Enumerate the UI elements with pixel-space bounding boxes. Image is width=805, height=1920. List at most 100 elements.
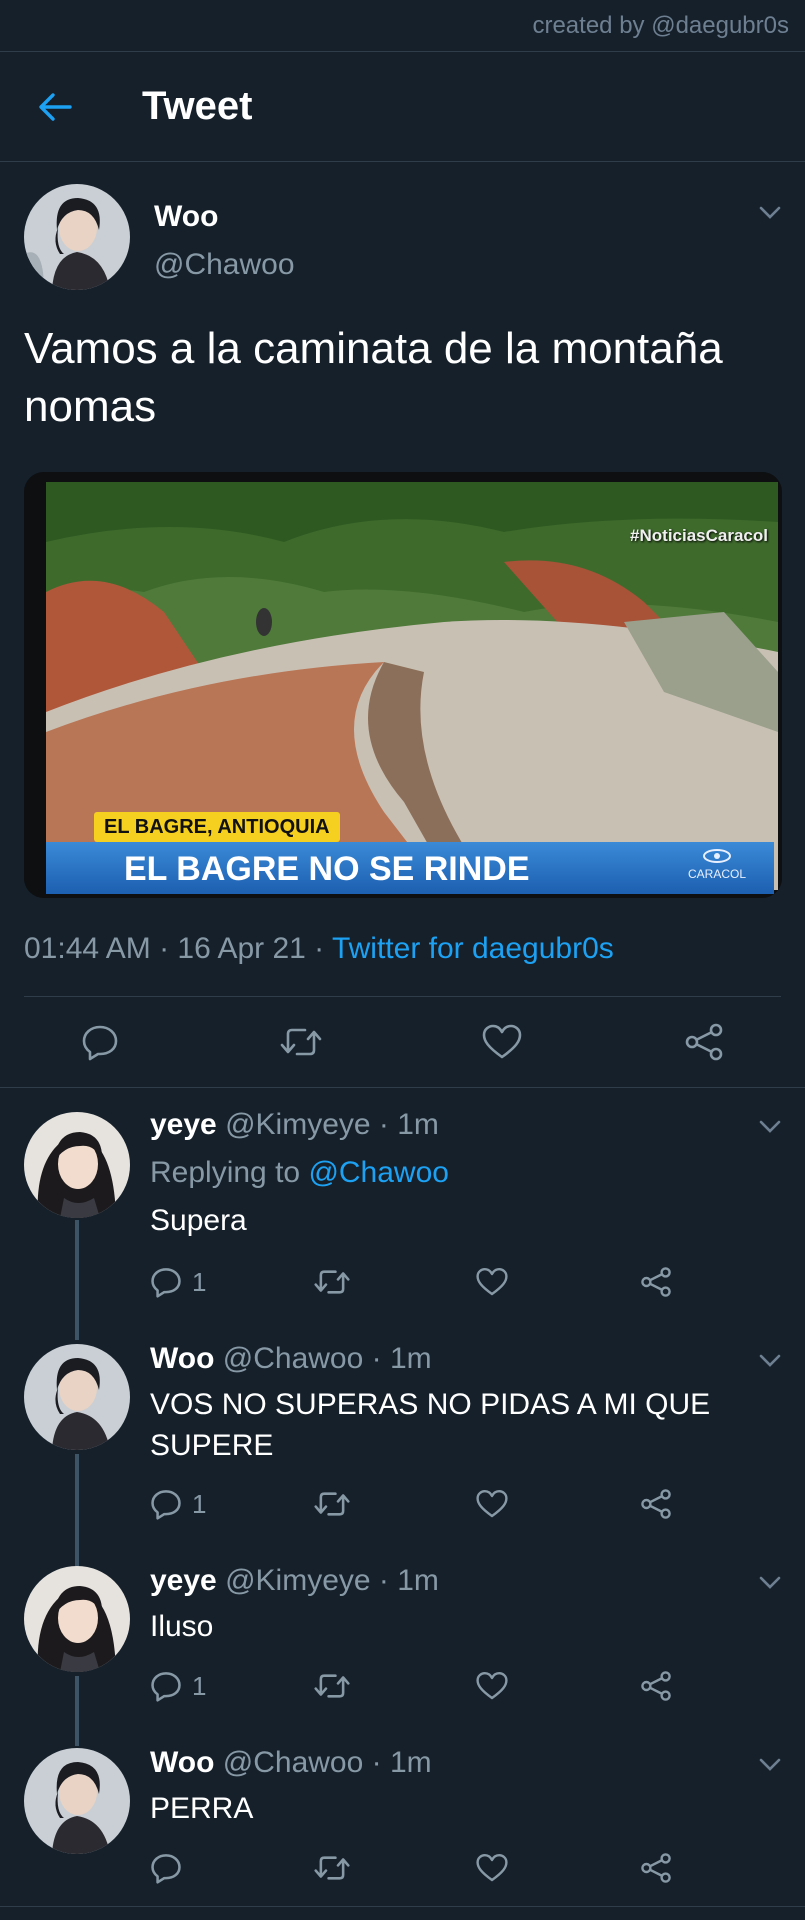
chevron-down-icon bbox=[759, 1576, 781, 1589]
avatar[interactable] bbox=[24, 1344, 130, 1450]
like-button[interactable] bbox=[476, 1666, 508, 1706]
reply-author-name[interactable]: yeye bbox=[150, 1564, 217, 1597]
reply-text: PERRA bbox=[150, 1792, 254, 1825]
reply-icon bbox=[151, 1672, 181, 1702]
reply-tweet[interactable]: Woo @Chawoo · 1m VOS NO SUPERAS NO PIDAS… bbox=[0, 1334, 805, 1556]
reply-author-name[interactable]: Woo bbox=[150, 1342, 214, 1375]
divider bbox=[24, 996, 781, 997]
top-header: Tweet bbox=[0, 52, 805, 162]
reply-action-bar: 1 bbox=[150, 1262, 710, 1302]
chevron-down-icon bbox=[759, 1354, 781, 1367]
reply-header: yeye @Kimyeye · 1m bbox=[150, 1108, 439, 1142]
tweet-text: Vamos a la caminata de la montaña nomas bbox=[24, 324, 723, 431]
avatar[interactable] bbox=[24, 1566, 130, 1672]
reply-action-bar: 1 bbox=[150, 1666, 710, 1706]
replying-to-label: Replying to bbox=[150, 1156, 309, 1189]
reply-header: yeye @Kimyeye · 1m bbox=[150, 1564, 439, 1598]
author-handle[interactable]: @Chawoo bbox=[154, 248, 295, 282]
reply-button[interactable]: 1 bbox=[150, 1262, 206, 1302]
reply-button[interactable]: 1 bbox=[150, 1666, 206, 1706]
reply-header: Woo @Chawoo · 1m bbox=[150, 1342, 432, 1376]
chevron-down-icon bbox=[759, 1758, 781, 1771]
watermark-bar: created by @daegubr0s bbox=[0, 0, 805, 52]
retweet-icon bbox=[314, 1492, 350, 1516]
share-button[interactable] bbox=[640, 1484, 672, 1524]
like-button[interactable] bbox=[476, 1848, 508, 1888]
tweet-timestamp: 01:44 AM · 16 Apr 21 · bbox=[24, 932, 332, 965]
tweet-media-image[interactable]: #NoticiasCaracol EL BAGRE, ANTIOQUIA EL … bbox=[24, 472, 782, 898]
media-logo-text: CARACOL bbox=[687, 867, 746, 881]
share-button[interactable] bbox=[640, 1848, 672, 1888]
retweet-button[interactable] bbox=[314, 1848, 350, 1888]
reply-tweet[interactable]: Woo @Chawoo · 1m PERRA bbox=[0, 1738, 805, 1906]
tweet-meta: 01:44 AM · 16 Apr 21 · Twitter for daegu… bbox=[24, 932, 614, 966]
reply-icon bbox=[151, 1268, 181, 1298]
retweet-icon bbox=[314, 1270, 350, 1294]
media-logo: CARACOL bbox=[688, 848, 746, 881]
reply-action-bar bbox=[150, 1848, 710, 1888]
share-icon bbox=[641, 1267, 671, 1297]
retweet-button[interactable] bbox=[276, 1017, 326, 1067]
main-tweet: Woo @Chawoo Vamos a la caminata de la mo… bbox=[0, 162, 805, 1088]
retweet-icon bbox=[280, 1028, 322, 1056]
reply-count: 1 bbox=[192, 1488, 207, 1519]
reply-author-name[interactable]: Woo bbox=[150, 1746, 214, 1779]
reply-button[interactable] bbox=[75, 1017, 125, 1067]
reply-count: 1 bbox=[192, 1266, 207, 1297]
watermark-text: created by @daegubr0s bbox=[532, 12, 789, 39]
reply-author-name[interactable]: yeye bbox=[150, 1108, 217, 1141]
avatar[interactable] bbox=[24, 1748, 130, 1854]
heart-icon bbox=[476, 1853, 508, 1882]
reply-handle-time[interactable]: @Chawoo · 1m bbox=[223, 1342, 432, 1375]
divider bbox=[0, 1906, 805, 1907]
retweet-button[interactable] bbox=[314, 1262, 350, 1302]
reply-header: Woo @Chawoo · 1m bbox=[150, 1746, 432, 1780]
avatar[interactable] bbox=[24, 1112, 130, 1218]
more-options-button[interactable] bbox=[755, 1568, 785, 1598]
media-headline: EL BAGRE NO SE RINDE bbox=[124, 850, 530, 888]
reply-handle-time[interactable]: @Chawoo · 1m bbox=[223, 1746, 432, 1779]
media-location-label: EL BAGRE, ANTIOQUIA bbox=[94, 812, 340, 842]
reply-text: VOS NO SUPERAS NO PIDAS A MI QUE SUPERE bbox=[150, 1388, 711, 1462]
reply-tweet[interactable]: yeye @Kimyeye · 1m Iluso 1 bbox=[0, 1556, 805, 1738]
more-options-button[interactable] bbox=[755, 198, 785, 228]
reply-text: Iluso bbox=[150, 1610, 214, 1643]
heart-icon bbox=[476, 1671, 508, 1700]
author-name[interactable]: Woo bbox=[154, 200, 218, 234]
more-options-button[interactable] bbox=[755, 1346, 785, 1376]
share-icon bbox=[641, 1853, 671, 1883]
back-button[interactable] bbox=[30, 82, 80, 132]
reply-action-bar: 1 bbox=[150, 1484, 710, 1524]
share-button[interactable] bbox=[679, 1017, 729, 1067]
media-hashtag: #NoticiasCaracol bbox=[630, 526, 768, 545]
share-icon bbox=[641, 1671, 671, 1701]
more-options-button[interactable] bbox=[755, 1112, 785, 1142]
reply-tweet[interactable]: yeye @Kimyeye · 1m Replying to @Chawoo S… bbox=[0, 1100, 805, 1334]
like-button[interactable] bbox=[476, 1262, 508, 1302]
like-button[interactable] bbox=[476, 1484, 508, 1524]
heart-icon bbox=[476, 1267, 508, 1296]
reply-handle-time[interactable]: @Kimyeye · 1m bbox=[225, 1108, 439, 1141]
reply-count: 1 bbox=[192, 1670, 207, 1701]
tweet-source-link[interactable]: Twitter for daegubr0s bbox=[332, 932, 614, 965]
reply-button[interactable]: 1 bbox=[150, 1484, 206, 1524]
heart-icon bbox=[482, 1024, 522, 1059]
retweet-button[interactable] bbox=[314, 1484, 350, 1524]
retweet-icon bbox=[314, 1674, 350, 1698]
like-button[interactable] bbox=[477, 1017, 527, 1067]
arrow-left-icon bbox=[39, 93, 72, 121]
share-button[interactable] bbox=[640, 1666, 672, 1706]
share-button[interactable] bbox=[640, 1262, 672, 1302]
chevron-down-icon bbox=[759, 206, 781, 219]
reply-icon bbox=[151, 1490, 181, 1520]
replying-to-mention[interactable]: @Chawoo bbox=[308, 1156, 449, 1189]
page-title: Tweet bbox=[142, 84, 253, 128]
reply-handle-time[interactable]: @Kimyeye · 1m bbox=[225, 1564, 439, 1597]
retweet-button[interactable] bbox=[314, 1666, 350, 1706]
reply-icon bbox=[82, 1025, 118, 1061]
avatar[interactable] bbox=[24, 184, 130, 290]
replying-to: Replying to @Chawoo bbox=[150, 1156, 449, 1190]
more-options-button[interactable] bbox=[755, 1750, 785, 1780]
main-action-bar bbox=[0, 1017, 805, 1073]
reply-button[interactable] bbox=[150, 1848, 192, 1888]
